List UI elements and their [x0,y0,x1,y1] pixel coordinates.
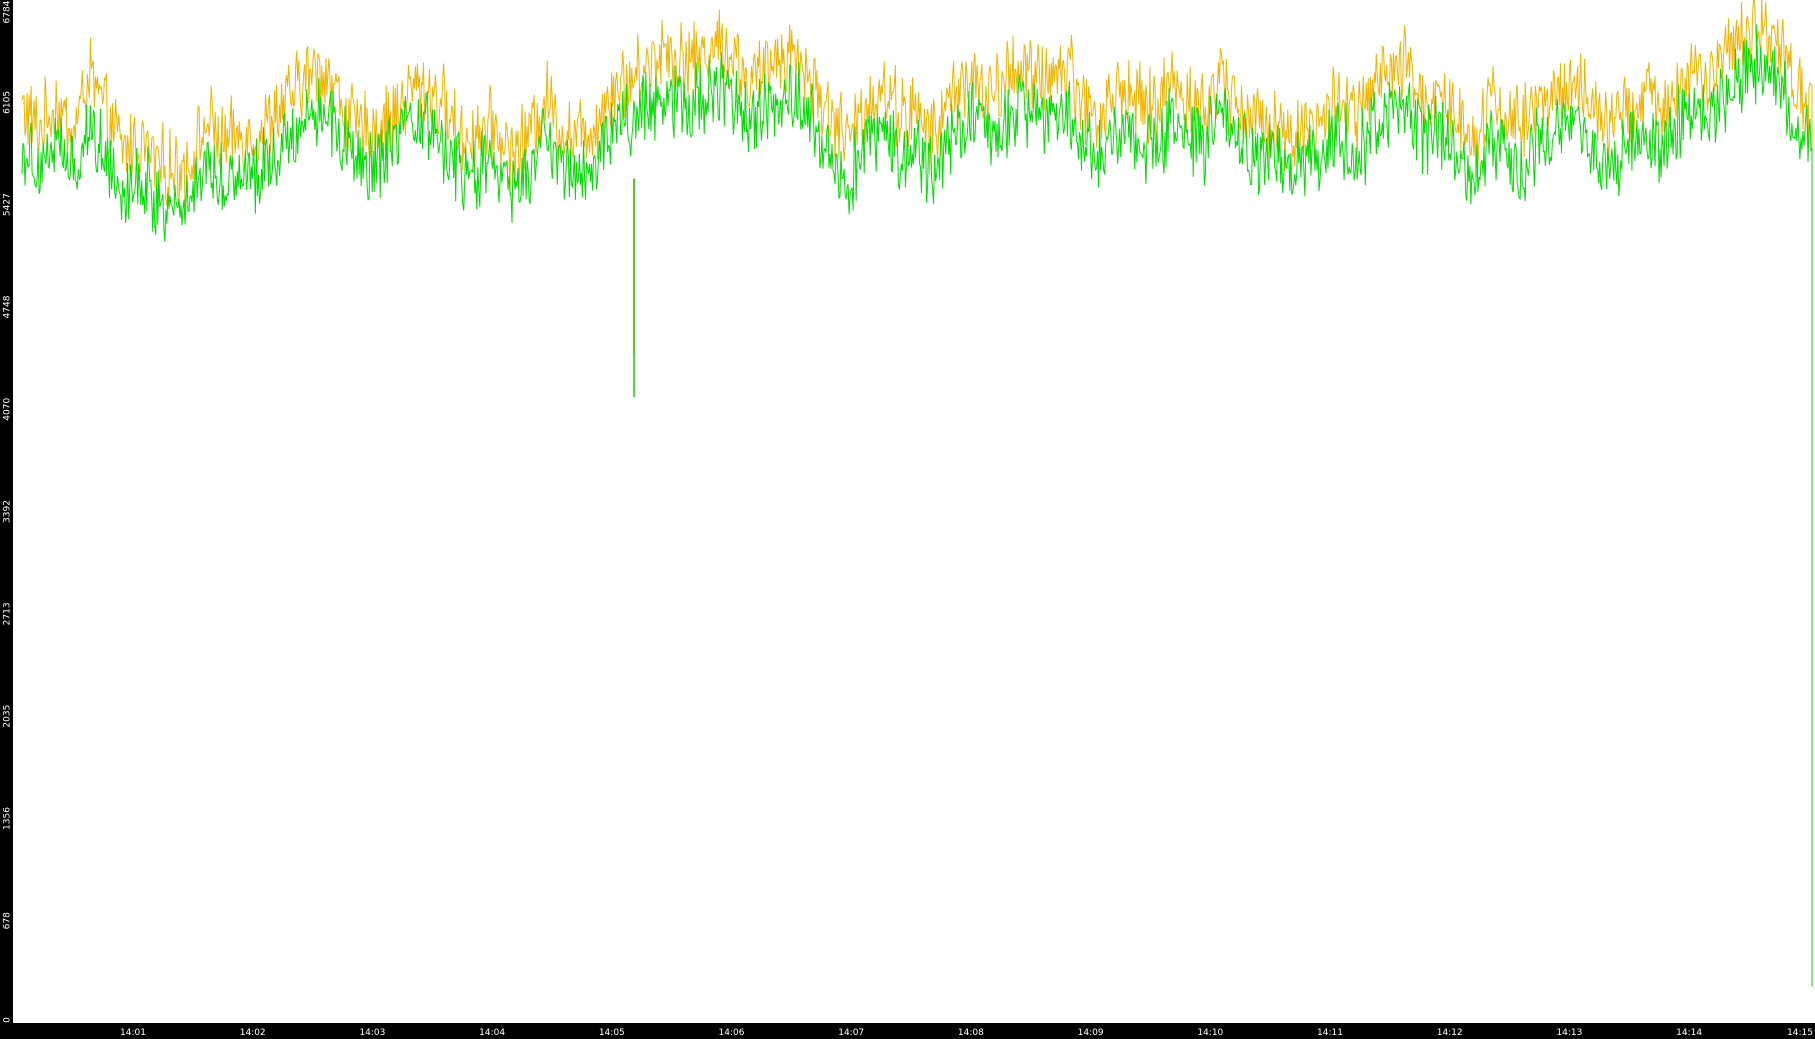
y-tick-label: 5427 [3,193,13,216]
y-tick-label: 3392 [3,500,13,523]
x-tick-label: 14:14 [1676,1028,1702,1038]
x-tick-label: 14:11 [1317,1028,1343,1038]
x-tick-label: 14:10 [1197,1028,1223,1038]
line-chart: 0 678 1356 2035 2713 3392 4070 4748 5427 6105 6784… [0,0,1815,1039]
x-tick-label: 14:02 [240,1028,266,1038]
x-tick-label: 14:12 [1437,1028,1463,1038]
y-tick-label: 2713 [3,602,13,625]
y-tick-label: 4748 [3,295,13,318]
x-tick-label: 14:13 [1556,1028,1582,1038]
y-tick-label: 6105 [3,91,13,114]
y-tick-label: 6784 [3,0,13,23]
x-tick-label: 14:15 [1787,1028,1813,1038]
y-tick-label: 2035 [3,705,13,728]
y-tick-label: 4070 [3,398,13,421]
x-tick-label: 14:07 [838,1028,864,1038]
x-tick-label: 14:04 [479,1028,505,1038]
y-tick-label: 678 [3,912,13,929]
x-tick-label: 14:08 [958,1028,984,1038]
y-tick-label: 0 [3,1017,13,1023]
x-tick-label: 14:05 [599,1028,625,1038]
x-tick-label: 14:09 [1078,1028,1104,1038]
x-tick-label: 14:03 [359,1028,385,1038]
x-axis-ticks: 14:01 14:02 14:03 14:04 14:05 14:06 14:07 14:08… [120,1028,1813,1038]
x-tick-label: 14:06 [719,1028,745,1038]
x-tick-label: 14:01 [120,1028,146,1038]
y-tick-label: 1356 [3,807,13,830]
